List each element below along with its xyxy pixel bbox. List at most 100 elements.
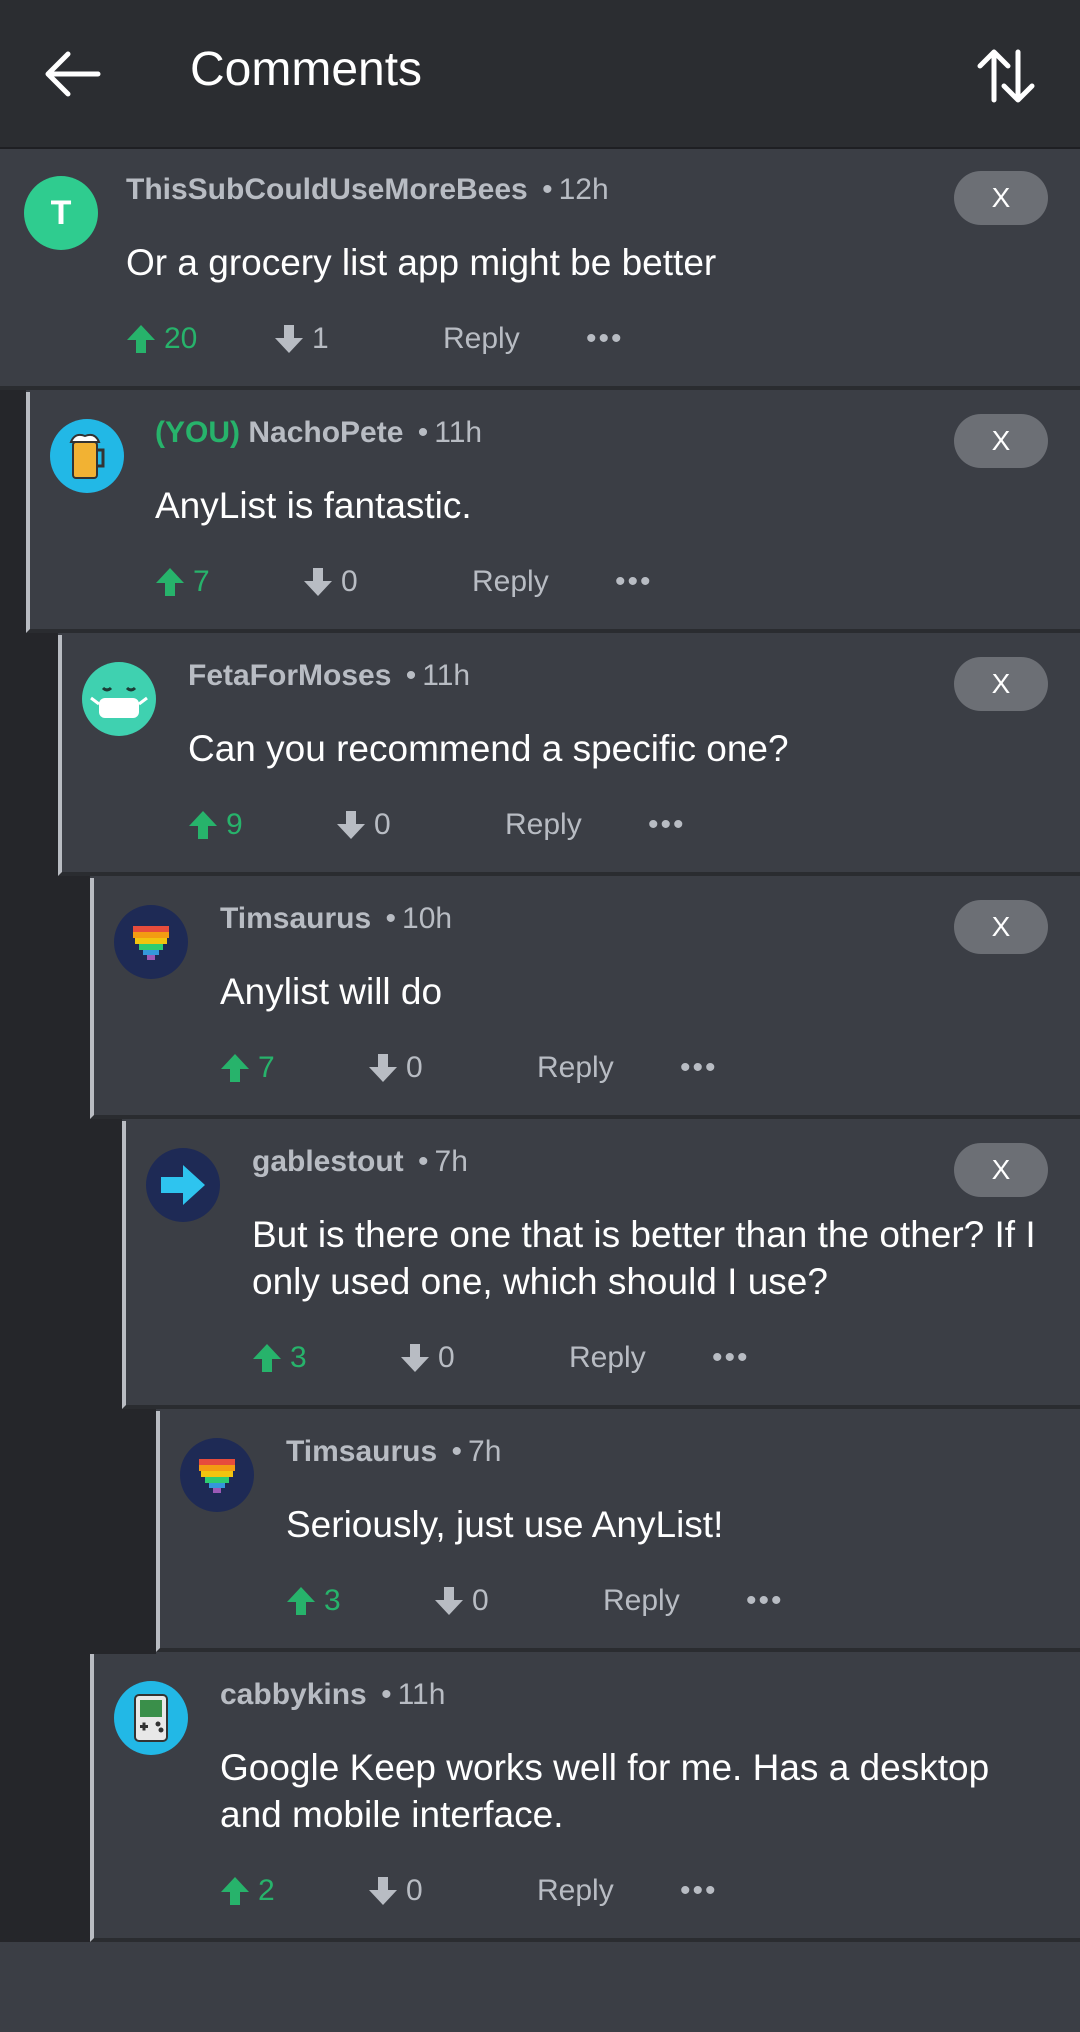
downvote-button[interactable]: 0 — [303, 557, 358, 607]
meta-separator: • — [418, 1145, 429, 1178]
arrow-right-icon — [161, 1165, 205, 1205]
comment: (YOU) NachoPete • 11h X AnyList is fantas… — [26, 392, 1080, 633]
comment-meta: ThisSubCouldUseMoreBees • 12h — [126, 173, 609, 207]
upvote-button[interactable]: 2 — [220, 1866, 275, 1916]
reply-button[interactable]: Reply — [443, 314, 520, 364]
rainbow-heart-avatar[interactable] — [180, 1438, 254, 1512]
username[interactable]: Timsaurus — [220, 902, 371, 935]
arrow-down-icon — [369, 1054, 397, 1082]
upvote-button[interactable]: 20 — [126, 314, 197, 364]
arrow-up-icon — [221, 1054, 249, 1082]
arrow-up-icon — [221, 1877, 249, 1905]
back-button[interactable] — [40, 44, 104, 104]
more-options-button[interactable]: ••• — [586, 314, 624, 364]
reply-button[interactable]: Reply — [569, 1333, 646, 1383]
comment-text: Can you recommend a specific one? — [188, 728, 789, 769]
downvote-button[interactable]: 1 — [274, 314, 329, 364]
more-options-button[interactable]: ••• — [648, 800, 686, 850]
comment: cabbykins • 11h Google Keep works well fo… — [90, 1654, 1080, 1942]
username[interactable]: NachoPete — [248, 416, 403, 449]
upvote-button[interactable]: 9 — [188, 800, 243, 850]
timestamp: 11h — [422, 659, 471, 692]
username[interactable]: FetaForMoses — [188, 659, 391, 692]
comment-text: Or a grocery list app might be better — [126, 242, 717, 283]
more-options-button[interactable]: ••• — [680, 1866, 718, 1916]
comment-text: Seriously, just use AnyList! — [286, 1504, 724, 1545]
upvote-count: 7 — [193, 565, 210, 598]
username[interactable]: Timsaurus — [286, 1435, 437, 1468]
beer-icon — [69, 433, 105, 479]
more-options-button[interactable]: ••• — [712, 1333, 750, 1383]
arrow-up-icon — [253, 1344, 281, 1372]
comment-meta: gablestout • 7h — [252, 1145, 468, 1179]
comment-text: But is there one that is better than the… — [252, 1214, 1036, 1302]
arrow-down-icon — [435, 1587, 463, 1615]
more-options-button[interactable]: ••• — [746, 1576, 784, 1626]
downvote-count: 0 — [472, 1584, 489, 1617]
comment-actions: 2 0 Reply ••• — [220, 1866, 820, 1916]
close-button[interactable]: X — [954, 414, 1048, 468]
upvote-count: 3 — [290, 1341, 307, 1374]
arrow-right-avatar[interactable] — [146, 1148, 220, 1222]
more-options-button[interactable]: ••• — [615, 557, 653, 607]
gameboy-avatar[interactable] — [114, 1681, 188, 1755]
arrow-down-icon — [401, 1344, 429, 1372]
rainbow-heart-icon — [133, 926, 169, 960]
comment-meta: cabbykins • 11h — [220, 1678, 445, 1712]
reply-button[interactable]: Reply — [537, 1866, 614, 1916]
reply-button[interactable]: Reply — [537, 1043, 614, 1093]
comment-actions: 7 0 Reply ••• — [220, 1043, 820, 1093]
thread-rail — [122, 1409, 156, 1664]
timestamp: 7h — [468, 1435, 502, 1468]
arrow-up-icon — [127, 325, 155, 353]
arrow-up-icon — [287, 1587, 315, 1615]
downvote-button[interactable]: 0 — [368, 1043, 423, 1093]
downvote-count: 0 — [406, 1874, 423, 1907]
comment-actions: 3 0 Reply ••• — [252, 1333, 852, 1383]
upvote-button[interactable]: 3 — [286, 1576, 341, 1626]
gameboy-icon — [134, 1694, 168, 1742]
you-tag: (YOU) — [155, 416, 240, 449]
thread-rail — [90, 1119, 122, 1664]
close-button[interactable]: X — [954, 171, 1048, 225]
downvote-button[interactable]: 0 — [368, 1866, 423, 1916]
comment-actions: 9 0 Reply ••• — [188, 800, 788, 850]
sort-arrows-icon — [977, 49, 1035, 103]
reply-button[interactable]: Reply — [603, 1576, 680, 1626]
reply-button[interactable]: Reply — [505, 800, 582, 850]
thread-rail — [0, 149, 26, 1942]
sort-button[interactable] — [974, 44, 1038, 108]
downvote-button[interactable]: 0 — [400, 1333, 455, 1383]
downvote-count: 0 — [438, 1341, 455, 1374]
close-button[interactable]: X — [954, 657, 1048, 711]
downvote-button[interactable]: 0 — [336, 800, 391, 850]
comment-actions: 3 0 Reply ••• — [286, 1576, 886, 1626]
comment: Timsaurus • 7h Seriously, just use AnyLis… — [156, 1411, 1080, 1652]
letter-t-avatar[interactable]: T — [24, 176, 98, 250]
beer-avatar[interactable] — [50, 419, 124, 493]
timestamp: 10h — [402, 902, 453, 935]
username[interactable]: cabbykins — [220, 1678, 367, 1711]
more-options-button[interactable]: ••• — [680, 1043, 718, 1093]
avatar-letter: T — [50, 193, 72, 232]
mask-face-avatar[interactable] — [82, 662, 156, 736]
upvote-button[interactable]: 7 — [155, 557, 210, 607]
username[interactable]: gablestout — [252, 1145, 404, 1178]
upvote-count: 3 — [324, 1584, 341, 1617]
comment-actions: 7 0 Reply ••• — [155, 557, 755, 607]
close-button[interactable]: X — [954, 1143, 1048, 1197]
upvote-count: 2 — [258, 1874, 275, 1907]
comment: Timsaurus • 10h X Anylist will do 7 0 Rep… — [90, 878, 1080, 1119]
close-button[interactable]: X — [954, 900, 1048, 954]
downvote-count: 0 — [374, 808, 391, 841]
downvote-button[interactable]: 0 — [434, 1576, 489, 1626]
arrow-up-icon — [156, 568, 184, 596]
comment: gablestout • 7h X But is there one that i… — [122, 1121, 1080, 1409]
reply-button[interactable]: Reply — [472, 557, 549, 607]
upvote-button[interactable]: 7 — [220, 1043, 275, 1093]
page-title: Comments — [190, 43, 423, 96]
username[interactable]: ThisSubCouldUseMoreBees — [126, 173, 528, 206]
rainbow-heart-avatar[interactable] — [114, 905, 188, 979]
timestamp: 11h — [434, 416, 483, 449]
upvote-button[interactable]: 3 — [252, 1333, 307, 1383]
